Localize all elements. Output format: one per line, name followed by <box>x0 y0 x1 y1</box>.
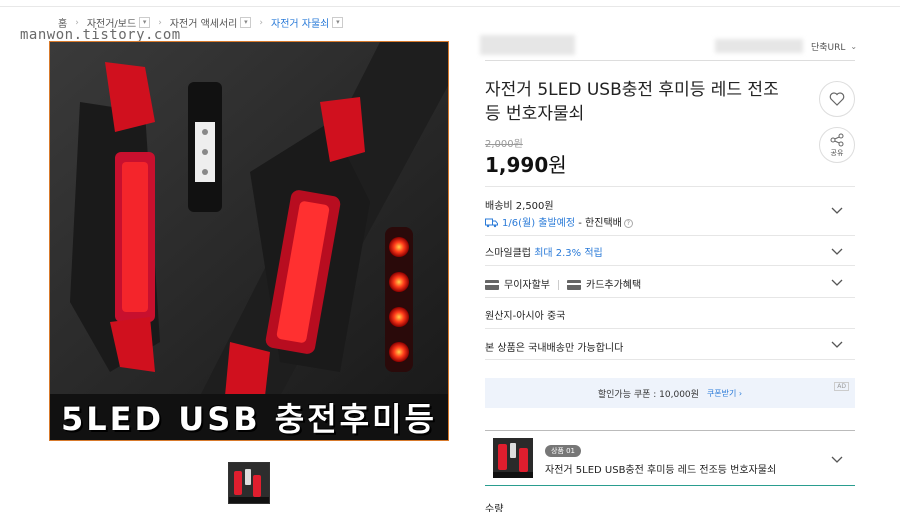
option-thumbnail <box>493 438 533 478</box>
share-button[interactable]: 공유 <box>819 127 855 163</box>
card-benefit-label[interactable]: 카드추가혜택 <box>586 280 641 291</box>
divider <box>558 280 559 290</box>
row-divider <box>485 265 855 266</box>
chevron-down-icon[interactable] <box>831 279 843 287</box>
chevron-down-icon[interactable] <box>831 456 843 464</box>
product-title: 자전거 5LED USB충전 후미등 레드 전조등 번호자물쇠 <box>485 80 779 124</box>
top-divider <box>0 6 900 7</box>
chevron-down-icon[interactable]: ▾ <box>332 17 344 28</box>
option-thumbnail-image <box>493 438 533 478</box>
benefits-row: 무이자할부 카드추가혜택 <box>485 276 641 291</box>
shipping-date: 1/6(월) 출발예정 <box>502 218 576 229</box>
short-url-button[interactable]: 단축URL ⌄ <box>811 40 857 53</box>
breadcrumb-cat3[interactable]: 자전거 자물쇠 ▾ <box>271 15 344 30</box>
sale-price-unit: 원 <box>548 153 567 177</box>
sale-price: 1,990원 <box>485 149 567 178</box>
breadcrumb-separator: › <box>75 17 79 28</box>
domestic-shipping-notice: 본 상품은 국내배송만 가능합니다 <box>485 343 624 354</box>
original-price: 2,000원 <box>485 139 523 150</box>
breadcrumb-cat2[interactable]: 자전거 액세서리 ▾ <box>170 15 252 30</box>
installment-label[interactable]: 무이자할부 <box>504 280 550 291</box>
origin-label: 원산지-아시아 중국 <box>485 311 566 322</box>
product-main-image[interactable]: 5LED USB 충전후미등 <box>49 41 449 441</box>
seller-name-blurred <box>480 35 575 55</box>
selected-option[interactable]: 상품 01 자전거 5LED USB충전 후미등 레드 전조등 번호자물쇠 <box>485 430 855 486</box>
coupon-download-link[interactable]: 쿠폰받기 › <box>707 388 742 399</box>
coupon-text: 할인가능 쿠폰 : 10,000원 <box>597 389 699 400</box>
sale-price-number: 1,990 <box>485 153 549 177</box>
help-icon[interactable]: ? <box>623 218 633 228</box>
chevron-down-icon[interactable] <box>831 341 843 349</box>
banner-text: 5LED USB 충전후미등 <box>61 400 437 438</box>
chevron-down-icon[interactable] <box>831 248 843 256</box>
breadcrumb-separator: › <box>158 17 162 28</box>
card-icon <box>485 280 499 290</box>
thumbnail-image <box>229 463 269 503</box>
card-benefit-icon <box>567 280 581 290</box>
row-divider <box>485 297 855 298</box>
ad-badge: AD <box>834 382 849 391</box>
header-divider <box>485 60 855 61</box>
truck-icon <box>485 218 498 228</box>
heart-icon <box>829 92 845 106</box>
product-banner: 5LED USB 충전후미등 <box>50 394 448 440</box>
row-divider <box>485 359 855 360</box>
option-name: 자전거 5LED USB충전 후미등 레드 전조등 번호자물쇠 <box>545 465 777 476</box>
shipping-date-row: 1/6(월) 출발예정 - 한진택배? <box>485 214 633 229</box>
wishlist-button[interactable] <box>819 81 855 117</box>
shipping-fee: 배송비 2,500원 <box>485 201 554 212</box>
option-badge: 상품 01 <box>545 445 582 457</box>
share-icon <box>830 133 844 146</box>
quantity-label: 수량 <box>485 504 504 512</box>
row-divider <box>485 328 855 329</box>
breadcrumb-separator: › <box>259 17 263 28</box>
product-illustration <box>50 42 448 396</box>
smileclub-rate: 최대 2.3% 적립 <box>534 248 603 259</box>
chevron-down-icon[interactable] <box>831 207 843 215</box>
shipping-carrier: - 한진택배 <box>575 218 622 229</box>
chevron-down-icon[interactable]: ▾ <box>240 17 252 28</box>
share-label: 공유 <box>830 148 844 157</box>
row-divider <box>485 186 855 187</box>
chevron-down-icon: ⌄ <box>850 42 858 51</box>
breadcrumb-cat3-label: 자전거 자물쇠 <box>271 19 330 30</box>
row-divider <box>485 235 855 236</box>
coupon-banner[interactable]: 할인가능 쿠폰 : 10,000원 쿠폰받기 › AD <box>485 378 855 408</box>
product-thumbnail[interactable] <box>228 462 270 504</box>
smileclub-row: 스마일클럽 최대 2.3% 적립 <box>485 244 603 259</box>
short-url-label: 단축URL <box>811 43 846 53</box>
smileclub-label: 스마일클럽 <box>485 248 531 259</box>
seller-info-blurred <box>715 39 803 53</box>
